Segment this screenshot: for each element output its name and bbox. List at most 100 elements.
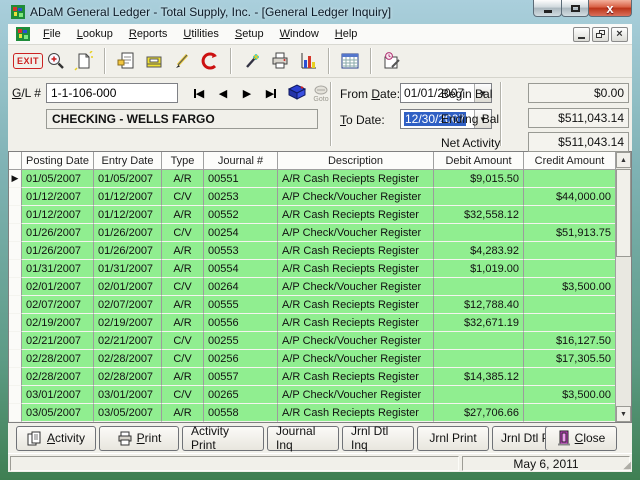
menu-item-window[interactable]: Window bbox=[272, 26, 327, 42]
cell-type: A/R bbox=[162, 404, 204, 422]
menu-item-lookup[interactable]: Lookup bbox=[69, 26, 121, 42]
nav-first-button[interactable]: ◀ bbox=[188, 85, 210, 102]
menu-item-setup[interactable]: Setup bbox=[227, 26, 272, 42]
row-indicator-cell bbox=[9, 404, 22, 422]
net-activity-box: $511,043.14 bbox=[528, 132, 629, 152]
lookup-button[interactable] bbox=[286, 83, 308, 100]
table-row[interactable]: 02/21/2007 02/21/2007 C/V 00255 A/P Chec… bbox=[9, 332, 615, 350]
journal-inq-button[interactable]: Journal Inq bbox=[267, 426, 339, 451]
table-row[interactable]: 01/26/2007 01/26/2007 A/R 00553 A/R Cash… bbox=[9, 242, 615, 260]
scroll-up-button[interactable]: ▲ bbox=[616, 152, 631, 168]
cell-type: A/R bbox=[162, 368, 204, 386]
window-minimize-button[interactable] bbox=[533, 0, 562, 17]
header-journal[interactable]: Journal # bbox=[204, 152, 278, 170]
scroll-down-button[interactable]: ▼ bbox=[616, 406, 631, 422]
exit-door-icon bbox=[557, 430, 571, 446]
menu-item-help[interactable]: Help bbox=[327, 26, 366, 42]
magnifier-icon bbox=[46, 51, 66, 71]
goto-button[interactable]: Goto bbox=[310, 81, 332, 107]
menu-item-reports[interactable]: Reports bbox=[121, 26, 176, 42]
calendar-button[interactable] bbox=[336, 48, 364, 75]
zoom-button[interactable] bbox=[42, 48, 70, 75]
cell-entry-date: 02/19/2007 bbox=[94, 314, 162, 332]
jrnl-dtl-inq-button[interactable]: Jrnl Dtl Inq bbox=[342, 426, 414, 451]
pencil-edit-button[interactable] bbox=[168, 48, 196, 75]
mdi-minimize-icon bbox=[578, 37, 585, 39]
resize-grip-icon[interactable]: ◢ bbox=[623, 461, 631, 471]
cell-credit bbox=[524, 206, 615, 224]
table-row[interactable]: 01/12/2007 01/12/2007 A/R 00552 A/R Cash… bbox=[9, 206, 615, 224]
mdi-child-icon bbox=[15, 26, 31, 42]
header-credit[interactable]: Credit Amount bbox=[524, 152, 615, 170]
begin-bal-box: $0.00 bbox=[528, 83, 629, 103]
new-document-button[interactable] bbox=[70, 48, 98, 75]
window-maximize-button[interactable] bbox=[561, 0, 589, 17]
row-indicator-cell bbox=[9, 206, 22, 224]
mdi-close-button[interactable]: × bbox=[611, 27, 628, 42]
wizard-button[interactable] bbox=[238, 48, 266, 75]
table-row[interactable]: 02/28/2007 02/28/2007 C/V 00256 A/P Chec… bbox=[9, 350, 615, 368]
jrnl-print-button[interactable]: Jrnl Print bbox=[417, 426, 489, 451]
vertical-scrollbar[interactable]: ▲ ▼ bbox=[615, 152, 631, 422]
table-row[interactable]: 01/12/2007 01/12/2007 C/V 00253 A/P Chec… bbox=[9, 188, 615, 206]
cell-credit: $44,000.00 bbox=[524, 188, 615, 206]
table-row[interactable]: ▶ 01/05/2007 01/05/2007 A/R 00551 A/R Ca… bbox=[9, 170, 615, 188]
row-indicator-cell bbox=[9, 386, 22, 404]
scrollbar-thumb[interactable] bbox=[616, 169, 631, 257]
schedule-button[interactable] bbox=[378, 48, 406, 75]
header-posting-date[interactable]: Posting Date bbox=[22, 152, 94, 170]
header-description[interactable]: Description bbox=[278, 152, 434, 170]
mdi-restore-button[interactable] bbox=[592, 27, 609, 42]
grid-body: Posting Date Entry Date Type Journal # D… bbox=[9, 152, 615, 422]
mdi-minimize-button[interactable] bbox=[573, 27, 590, 42]
table-row[interactable]: 03/05/2007 03/05/2007 A/R 00558 A/R Cash… bbox=[9, 404, 615, 422]
gl-number-input[interactable] bbox=[46, 83, 178, 103]
nav-last-button[interactable]: ▶ bbox=[260, 85, 282, 102]
close-button[interactable]: Close bbox=[545, 426, 617, 451]
table-row[interactable]: 02/28/2007 02/28/2007 A/R 00557 A/R Cash… bbox=[9, 368, 615, 386]
print-toolbar-button[interactable] bbox=[266, 48, 294, 75]
activity-print-button[interactable]: Activity Print bbox=[182, 426, 264, 451]
title-bar[interactable]: ADaM General Ledger - Total Supply, Inc.… bbox=[0, 0, 640, 24]
window-close-button[interactable]: x bbox=[588, 0, 632, 17]
begin-bal-value: $0.00 bbox=[594, 86, 624, 100]
edit-entry-button[interactable] bbox=[112, 48, 140, 75]
mdi-restore-icon bbox=[596, 30, 605, 38]
table-row[interactable]: 02/07/2007 02/07/2007 A/R 00555 A/R Cash… bbox=[9, 296, 615, 314]
menu-item-file[interactable]: File bbox=[35, 26, 69, 42]
application-window: ADaM General Ledger - Total Supply, Inc.… bbox=[0, 0, 640, 480]
activity-button[interactable]: Activity bbox=[16, 426, 96, 451]
window-title: ADaM General Ledger - Total Supply, Inc.… bbox=[30, 5, 391, 19]
cell-journal: 00556 bbox=[204, 314, 278, 332]
cell-entry-date: 01/12/2007 bbox=[94, 188, 162, 206]
print-button[interactable]: Print bbox=[99, 426, 179, 451]
form-separator bbox=[330, 82, 332, 146]
cell-type: A/R bbox=[162, 260, 204, 278]
table-row[interactable]: 01/31/2007 01/31/2007 A/R 00554 A/R Cash… bbox=[9, 260, 615, 278]
table-row[interactable]: 02/19/2007 02/19/2007 A/R 00556 A/R Cash… bbox=[9, 314, 615, 332]
cancel-button[interactable] bbox=[196, 48, 224, 75]
cell-entry-date: 03/01/2007 bbox=[94, 386, 162, 404]
client-area: File Lookup Reports Utilities Setup Wind… bbox=[8, 24, 632, 472]
cell-debit: $27,706.66 bbox=[434, 404, 524, 422]
row-indicator-cell bbox=[9, 332, 22, 350]
header-entry-date[interactable]: Entry Date bbox=[94, 152, 162, 170]
exit-button[interactable]: EXIT bbox=[14, 48, 42, 75]
table-row[interactable]: 01/26/2007 01/26/2007 C/V 00254 A/P Chec… bbox=[9, 224, 615, 242]
table-row[interactable]: 03/01/2007 03/01/2007 C/V 00265 A/P Chec… bbox=[9, 386, 615, 404]
save-button[interactable] bbox=[140, 48, 168, 75]
chart-button[interactable] bbox=[294, 48, 322, 75]
toolbar-separator bbox=[104, 48, 106, 74]
header-debit[interactable]: Debit Amount bbox=[434, 152, 524, 170]
nav-next-button[interactable]: ▶ bbox=[236, 85, 258, 102]
table-row[interactable]: 02/01/2007 02/01/2007 C/V 00264 A/P Chec… bbox=[9, 278, 615, 296]
cell-debit bbox=[434, 188, 524, 206]
header-type[interactable]: Type bbox=[162, 152, 204, 170]
cell-posting-date: 03/05/2007 bbox=[22, 404, 94, 422]
net-activity-label: Net Activity bbox=[441, 136, 500, 150]
cell-posting-date: 01/12/2007 bbox=[22, 206, 94, 224]
cell-type: A/R bbox=[162, 206, 204, 224]
menu-item-utilities[interactable]: Utilities bbox=[175, 26, 226, 42]
nav-prev-button[interactable]: ◀ bbox=[212, 85, 234, 102]
cell-debit bbox=[434, 332, 524, 350]
